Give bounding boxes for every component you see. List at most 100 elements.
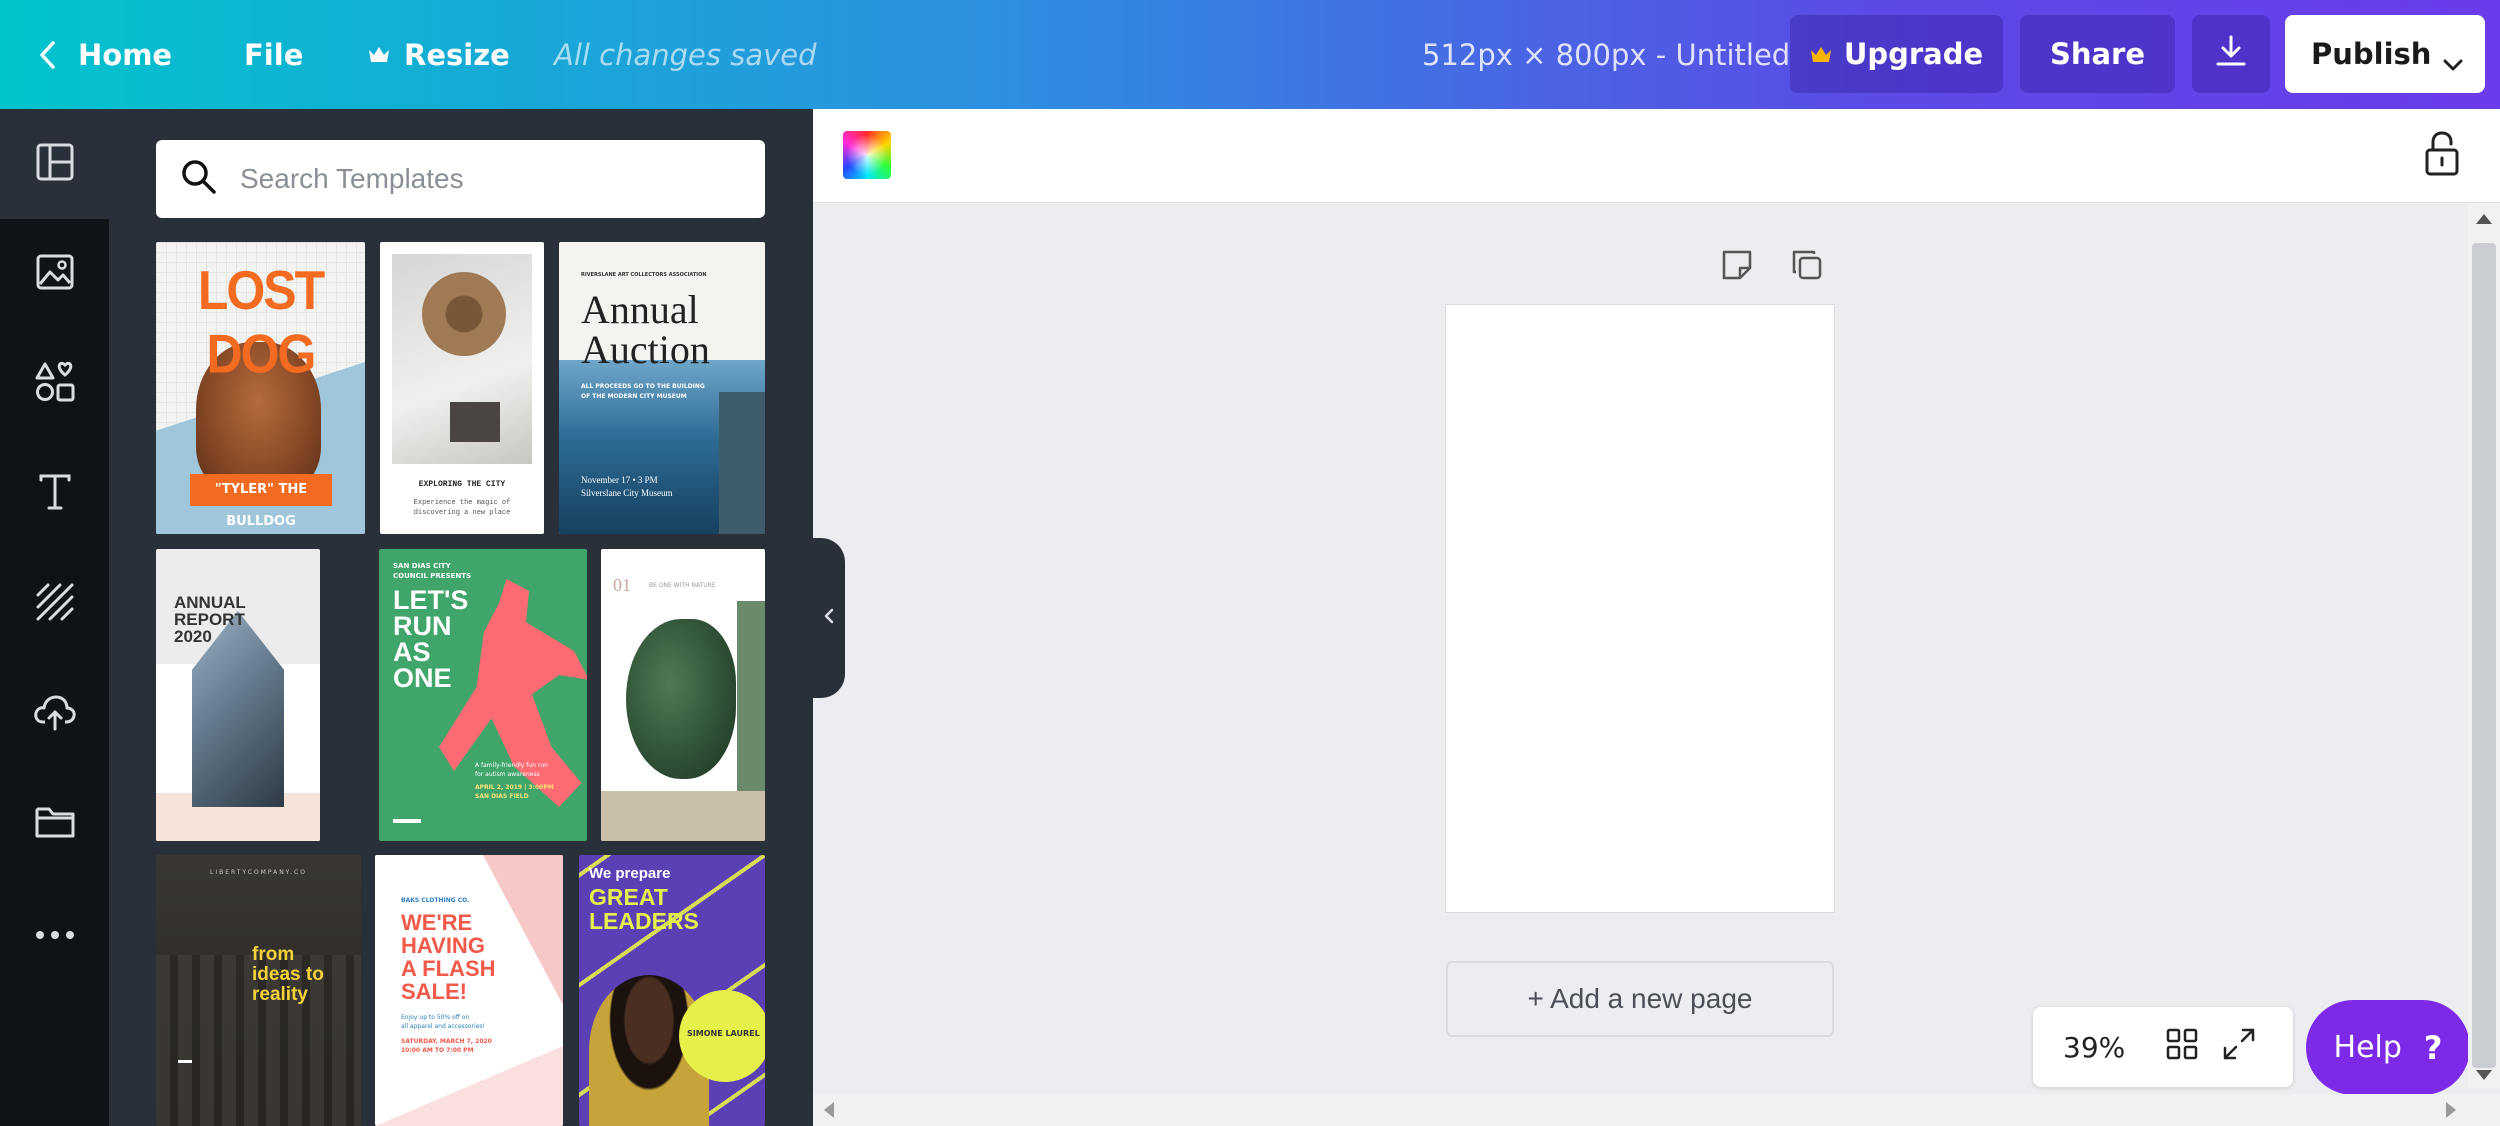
color-picker-button[interactable] bbox=[843, 131, 891, 179]
editor-toolbar bbox=[813, 109, 2500, 203]
publish-label: Publish bbox=[2311, 37, 2432, 71]
sidebar-item-more[interactable] bbox=[0, 879, 109, 989]
chevron-left-icon bbox=[823, 607, 835, 629]
more-icon bbox=[35, 925, 75, 944]
search-box[interactable] bbox=[156, 140, 765, 218]
horizontal-scrollbar[interactable] bbox=[813, 1094, 2500, 1126]
scroll-down-arrow-icon[interactable] bbox=[2476, 1070, 2492, 1080]
photos-icon bbox=[35, 252, 75, 296]
lock-button[interactable] bbox=[2422, 131, 2462, 181]
grid-view-icon[interactable] bbox=[2165, 1027, 2199, 1068]
template-nature[interactable]: 01 BE ONE WITH NATURE bbox=[601, 549, 765, 841]
template-title: LET'S RUN AS ONE bbox=[393, 585, 469, 693]
template-pretitle: We prepare bbox=[589, 865, 671, 882]
help-button[interactable]: Help ? bbox=[2306, 1000, 2470, 1095]
template-date: SATURDAY, MARCH 7, 2020 10:00 AM TO 7:00… bbox=[401, 1038, 492, 1054]
template-annual-report[interactable]: ANNUAL REPORT 2020 bbox=[156, 549, 320, 841]
download-button[interactable] bbox=[2192, 15, 2270, 93]
sidebar-item-templates[interactable] bbox=[0, 109, 109, 219]
question-icon: ? bbox=[2423, 1028, 2443, 1067]
template-title: EXPLORING THE CITY bbox=[418, 480, 506, 489]
text-icon bbox=[35, 472, 75, 516]
sidebar-item-background[interactable] bbox=[0, 549, 109, 659]
template-leaders[interactable]: We prepare GREAT LEADERS SIMONE LAUREL bbox=[579, 855, 765, 1126]
template-date: APRIL 2, 2019 | 3:00PM SAN DIAS FIELD bbox=[475, 784, 554, 800]
sidebar-item-text[interactable] bbox=[0, 439, 109, 549]
top-bar: Home File Resize All changes saved 512px… bbox=[0, 0, 2500, 109]
template-detail: A family-friendly fun run for autism awa… bbox=[475, 762, 548, 778]
template-exploring[interactable]: EXPLORING THE CITY Experience the magic … bbox=[380, 242, 544, 534]
beige-block bbox=[601, 791, 765, 841]
sidebar-item-photos[interactable] bbox=[0, 219, 109, 329]
save-status: All changes saved bbox=[554, 37, 817, 72]
template-caption: Experience the magic of discovering a ne… bbox=[413, 499, 511, 517]
download-icon bbox=[2214, 34, 2248, 75]
crown-icon bbox=[368, 46, 390, 64]
template-liberty[interactable]: LIBERTYCOMPANY.CO from ideas to reality bbox=[156, 855, 361, 1126]
scroll-up-arrow-icon[interactable] bbox=[2476, 214, 2492, 224]
help-label: Help bbox=[2333, 1030, 2402, 1065]
document-title[interactable]: 512px × 800px - Untitled bbox=[1422, 0, 1790, 109]
template-lost-dog[interactable]: LOST DOG "TYLER" THE BULLDOG bbox=[156, 242, 365, 534]
duplicate-page-button[interactable] bbox=[1790, 248, 1824, 286]
template-number: 01 bbox=[613, 575, 631, 595]
templates-panel: LOST DOG "TYLER" THE BULLDOG EXPLORING T… bbox=[109, 109, 813, 1126]
background-icon bbox=[35, 582, 75, 626]
add-note-button[interactable] bbox=[1720, 248, 1754, 286]
template-title: LOST DOG bbox=[197, 259, 325, 385]
collapse-panel-button[interactable] bbox=[813, 538, 845, 698]
upgrade-button[interactable]: Upgrade bbox=[1790, 15, 2003, 93]
accent-line bbox=[178, 1060, 192, 1063]
template-run[interactable]: SAN DIAS CITY COUNCIL PRESENTS LET'S RUN… bbox=[379, 549, 587, 841]
note-icon bbox=[1720, 250, 1754, 286]
template-name: SIMONE LAUREL bbox=[687, 1029, 760, 1038]
vertical-scroll-thumb[interactable] bbox=[2472, 243, 2496, 1068]
template-org: LIBERTYCOMPANY.CO bbox=[210, 869, 307, 876]
chevron-left-icon bbox=[38, 40, 56, 70]
share-label: Share bbox=[2049, 37, 2146, 71]
unlock-icon bbox=[2422, 131, 2462, 181]
template-org: RIVERSLANE ART COLLECTORS ASSOCIATION bbox=[581, 272, 707, 278]
home-button[interactable]: Home bbox=[38, 0, 172, 109]
home-label: Home bbox=[78, 37, 173, 72]
scroll-left-arrow-icon[interactable] bbox=[824, 1102, 834, 1118]
zoom-controls: 39% bbox=[2033, 1007, 2293, 1087]
template-title: Annual Auction bbox=[581, 287, 710, 372]
templates-icon bbox=[35, 142, 75, 186]
share-button[interactable]: Share bbox=[2020, 15, 2175, 93]
file-menu-button[interactable]: File bbox=[244, 0, 303, 109]
search-icon bbox=[180, 158, 218, 200]
accent-line bbox=[393, 819, 421, 823]
template-title: ANNUAL REPORT 2020 bbox=[174, 593, 246, 646]
elements-icon bbox=[34, 361, 76, 407]
template-subtitle: ALL PROCEEDS GO TO THE BUILDING OF THE M… bbox=[581, 383, 705, 400]
template-auction[interactable]: RIVERSLANE ART COLLECTORS ASSOCIATION An… bbox=[559, 242, 765, 534]
template-org: BAKS CLOTHING CO. bbox=[401, 897, 470, 904]
template-title: GREAT LEADERS bbox=[589, 884, 699, 934]
template-org: SAN DIAS CITY COUNCIL PRESENTS bbox=[393, 562, 472, 580]
duplicate-icon bbox=[1790, 250, 1824, 286]
uploads-icon bbox=[33, 692, 77, 736]
chevron-down-icon bbox=[2443, 45, 2463, 79]
template-title: WE'RE HAVING A FLASH SALE! bbox=[401, 910, 496, 1004]
add-page-button[interactable]: + Add a new page bbox=[1446, 961, 1834, 1037]
side-rail bbox=[0, 109, 109, 1126]
zoom-level[interactable]: 39% bbox=[2063, 1031, 2143, 1064]
plant-photo bbox=[626, 619, 736, 779]
rock-shape bbox=[719, 392, 765, 534]
search-input[interactable] bbox=[240, 163, 740, 195]
resize-button[interactable]: Resize bbox=[368, 0, 510, 109]
sidebar-item-folders[interactable] bbox=[0, 769, 109, 879]
resize-label: Resize bbox=[404, 37, 510, 72]
template-detail: Enjoy up to 50% off on all apparel and a… bbox=[401, 1014, 485, 1030]
publish-button[interactable]: Publish bbox=[2285, 15, 2485, 93]
folder-icon bbox=[34, 804, 76, 844]
design-page[interactable] bbox=[1446, 305, 1834, 912]
fullscreen-icon[interactable] bbox=[2221, 1026, 2257, 1069]
template-flash-sale[interactable]: BAKS CLOTHING CO. WE'RE HAVING A FLASH S… bbox=[375, 855, 563, 1126]
sidebar-item-elements[interactable] bbox=[0, 329, 109, 439]
template-title: from ideas to reality bbox=[252, 944, 324, 1005]
sidebar-item-uploads[interactable] bbox=[0, 659, 109, 769]
upgrade-label: Upgrade bbox=[1843, 37, 1984, 71]
scroll-right-arrow-icon[interactable] bbox=[2446, 1102, 2456, 1118]
